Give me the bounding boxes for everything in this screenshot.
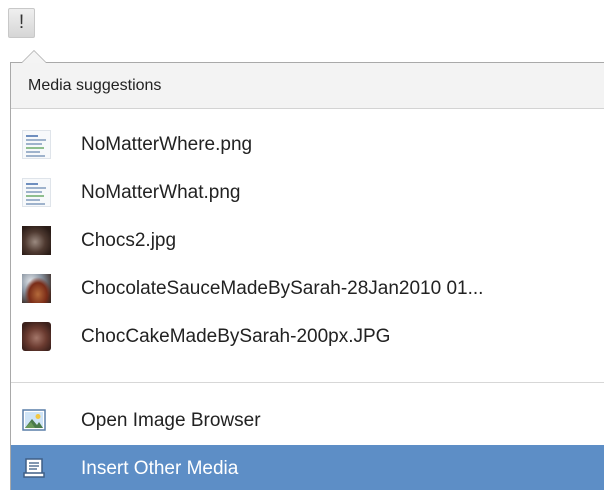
media-suggestion-widget: ! Media suggestions NoMatterWhere.png No… (0, 0, 604, 490)
document-icon (23, 458, 45, 478)
media-actions: Open Image Browser Insert Other Media (11, 383, 604, 490)
popup-header: Media suggestions (11, 63, 604, 109)
insert-other-media-button[interactable]: Insert Other Media (11, 445, 604, 490)
media-item-label: Chocs2.jpg (81, 230, 177, 251)
media-suggestions-toggle-button[interactable]: ! (8, 8, 35, 38)
open-image-browser-button[interactable]: Open Image Browser (11, 397, 604, 445)
document-thumbnail (22, 130, 51, 159)
media-item-label: ChocCakeMadeBySarah-200px.JPG (81, 326, 391, 347)
chocolate-thumbnail (22, 226, 51, 255)
media-list: NoMatterWhere.png NoMatterWhat.png Chocs… (11, 109, 604, 361)
media-suggestions-popup: Media suggestions NoMatterWhere.png NoMa… (10, 50, 604, 490)
media-item-chocolate-sauce[interactable]: ChocolateSauceMadeBySarah-28Jan2010 01..… (11, 265, 604, 313)
media-item-label: NoMatterWhat.png (81, 182, 241, 203)
action-label: Open Image Browser (81, 410, 261, 431)
image-browser-icon (22, 409, 46, 431)
media-item-nomatterwhat[interactable]: NoMatterWhat.png (11, 169, 604, 217)
media-item-nomatterwhere[interactable]: NoMatterWhere.png (11, 121, 604, 169)
media-item-label: NoMatterWhere.png (81, 134, 253, 155)
chocolate-sauce-thumbnail (22, 274, 51, 303)
media-item-chocs2[interactable]: Chocs2.jpg (11, 217, 604, 265)
media-item-label: ChocolateSauceMadeBySarah-28Jan2010 01..… (81, 278, 484, 299)
exclamation-icon: ! (18, 12, 25, 33)
media-item-choc-cake[interactable]: ChocCakeMadeBySarah-200px.JPG (11, 313, 604, 361)
document-thumbnail (22, 178, 51, 207)
action-label: Insert Other Media (81, 458, 239, 479)
chocolate-cake-thumbnail (22, 322, 51, 351)
